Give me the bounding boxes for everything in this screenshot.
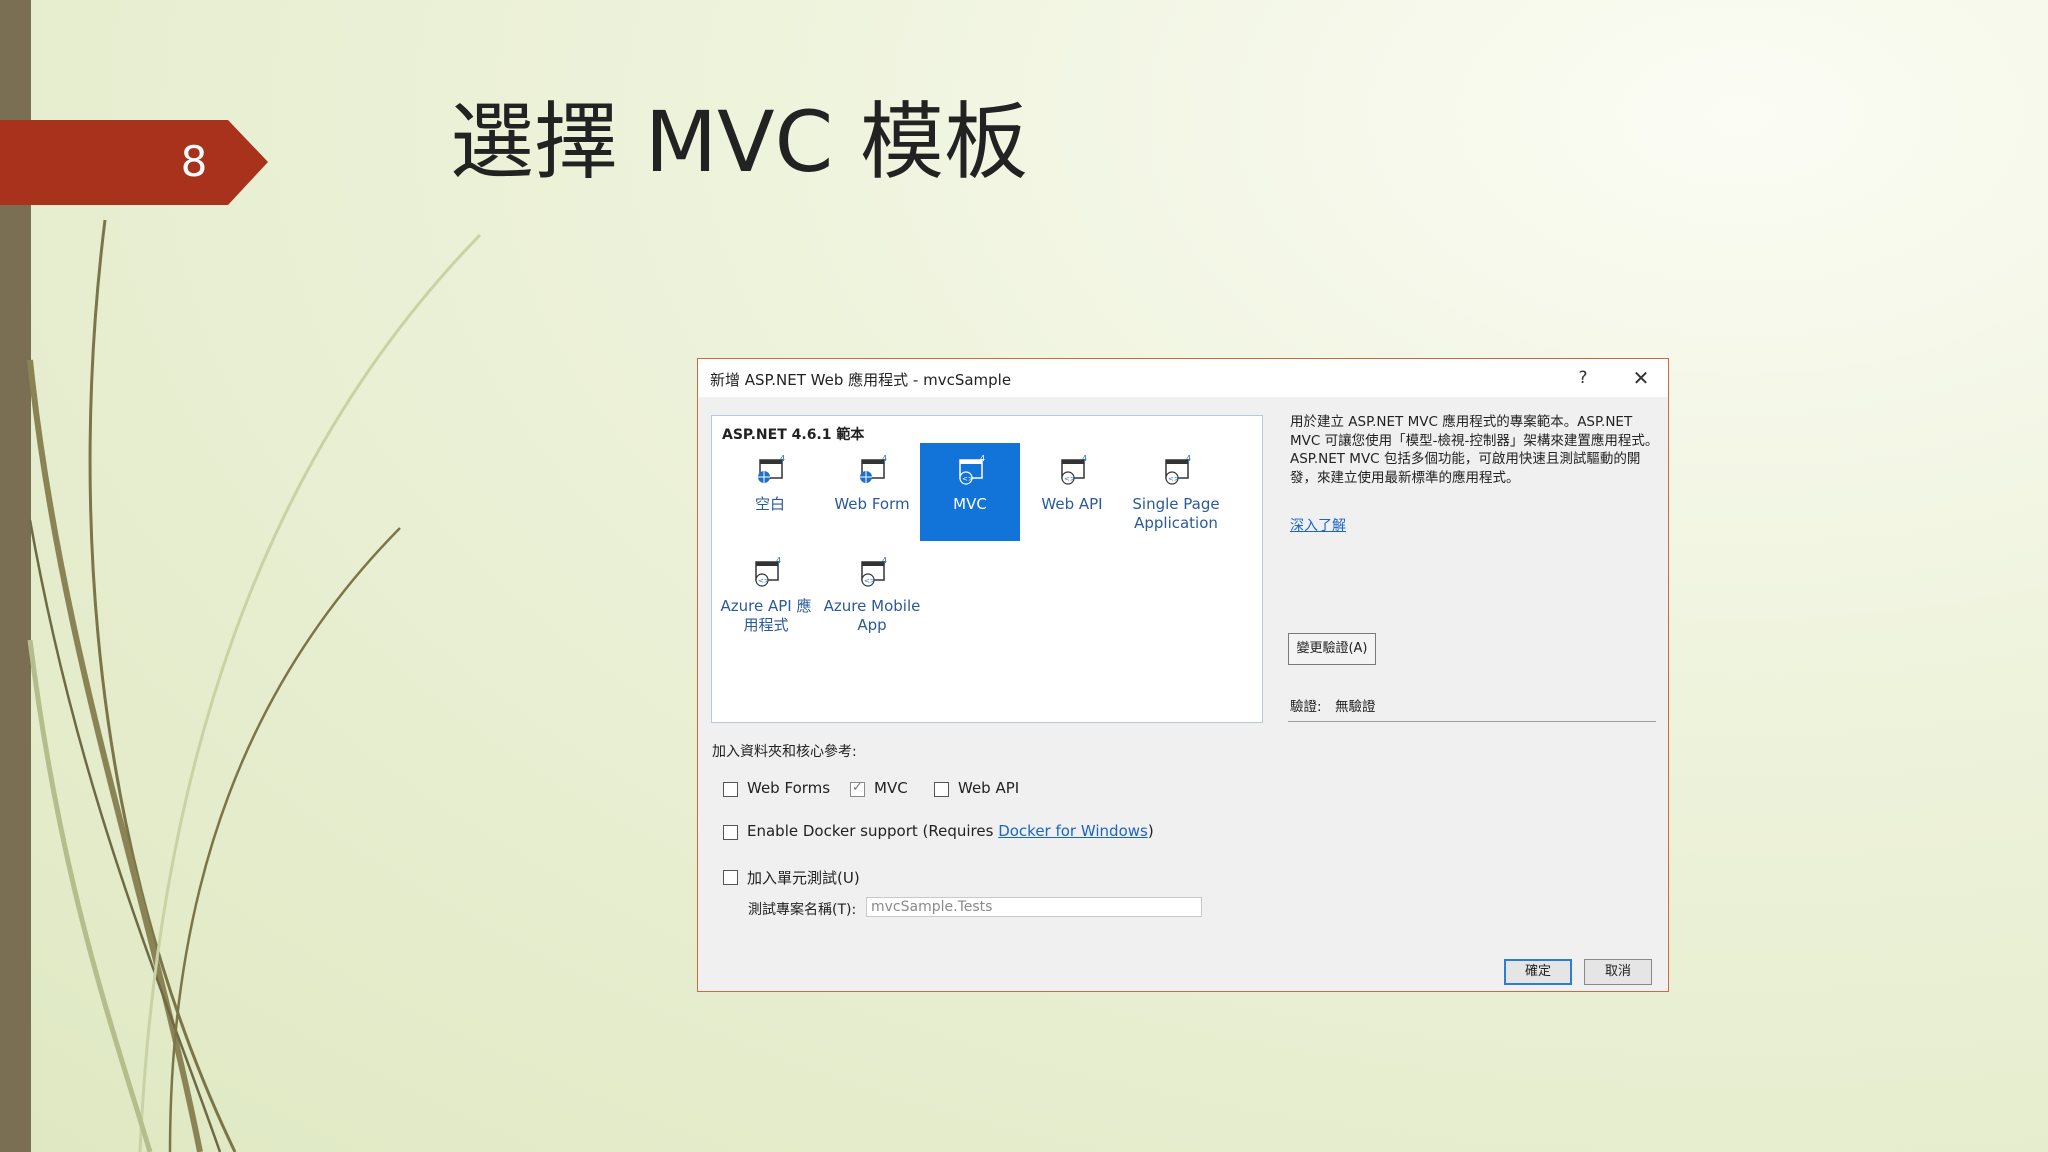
template-single-page-app[interactable]: <> 4 Single Page Application [1126, 443, 1226, 541]
slide-number: 8 [180, 137, 208, 186]
cancel-button[interactable]: 取消 [1584, 959, 1652, 985]
template-azure-mobile-app[interactable]: <> 4 Azure Mobile App [822, 545, 922, 643]
learn-more-link[interactable]: 深入了解 [1290, 515, 1346, 535]
mvc-label: MVC [874, 779, 908, 797]
checkmark-icon: ✓ [852, 780, 863, 795]
web-api-label: Web API [958, 779, 1020, 797]
svg-text:4: 4 [882, 455, 887, 463]
svg-text:<>: <> [864, 577, 876, 585]
authentication-label: 驗證: [1290, 699, 1322, 715]
template-web-api[interactable]: <> 4 Web API [1022, 443, 1122, 541]
new-aspnet-project-dialog: 新增 ASP.NET Web 應用程式 - mvcSample ? ✕ ASP.… [697, 358, 1669, 992]
template-label: Azure API 應用程式 [720, 597, 812, 634]
test-project-name-label: 測試專案名稱(T): [748, 902, 857, 918]
code-window-icon: <> 4 [1165, 455, 1191, 485]
code-window-icon: <> 4 [959, 455, 985, 485]
unit-test-label: 加入單元測試(U) [747, 869, 860, 887]
docker-prefix: Enable Docker support (Requires [747, 822, 999, 840]
slide-number-badge [0, 120, 268, 205]
template-description: 用於建立 ASP.NET MVC 應用程式的專案範本。ASP.NET MVC 可… [1290, 414, 1659, 486]
svg-text:4: 4 [1082, 455, 1087, 463]
template-web-form[interactable]: 4 Web Form [822, 443, 922, 541]
ok-button[interactable]: 確定 [1504, 959, 1572, 985]
change-authentication-button[interactable]: 變更驗證(A) [1288, 633, 1376, 665]
mvc-checkbox[interactable]: ✓ [850, 780, 865, 797]
globe-window-icon: 4 [758, 455, 785, 483]
template-label: Single Page Application [1132, 495, 1220, 532]
web-forms-label: Web Forms [747, 779, 831, 797]
template-label: 空白 [754, 495, 785, 513]
svg-text:<>: <> [1168, 475, 1180, 483]
test-project-name-input[interactable] [866, 897, 1202, 917]
code-window-icon: <> 4 [755, 557, 781, 587]
web-forms-checkbox[interactable] [723, 782, 738, 797]
code-window-icon: <> 4 [861, 557, 887, 587]
docker-for-windows-link[interactable]: Docker for Windows [998, 822, 1148, 840]
add-folders-label: 加入資料夾和核心參考: [712, 744, 857, 760]
template-mvc[interactable]: <> 4 MVC [920, 443, 1020, 541]
template-label: Azure Mobile App [823, 597, 921, 634]
svg-text:<>: <> [962, 475, 974, 483]
template-empty[interactable]: 4 空白 [720, 443, 820, 541]
svg-text:4: 4 [1186, 455, 1191, 463]
svg-text:4: 4 [980, 455, 985, 463]
template-list: ASP.NET 4.6.1 範本 4 空白 4 Web Form <> 4 MV… [711, 415, 1263, 723]
templates-header: ASP.NET 4.6.1 範本 [722, 427, 865, 443]
close-icon[interactable]: ✕ [1626, 363, 1656, 393]
template-label: MVC [953, 495, 987, 513]
svg-text:<>: <> [758, 577, 770, 585]
docker-support-label: Enable Docker support (Requires Docker f… [747, 822, 1154, 840]
docker-support-checkbox[interactable] [723, 825, 738, 840]
slide-title: 選擇 MVC 模板 [450, 93, 1028, 191]
svg-text:4: 4 [776, 557, 781, 565]
code-window-icon: <> 4 [1061, 455, 1087, 485]
template-label: Web Form [834, 495, 910, 513]
docker-suffix: ) [1147, 822, 1154, 840]
authentication-value: 無驗證 [1335, 699, 1376, 715]
dialog-title: 新增 ASP.NET Web 應用程式 - mvcSample [710, 371, 1012, 389]
divider [1288, 721, 1656, 722]
template-label: Web API [1041, 495, 1103, 513]
svg-text:<>: <> [1064, 475, 1076, 483]
template-azure-api-app[interactable]: <> 4 Azure API 應用程式 [716, 545, 816, 643]
svg-text:4: 4 [780, 455, 785, 463]
unit-test-checkbox[interactable] [723, 870, 738, 885]
help-icon[interactable]: ? [1568, 363, 1598, 393]
svg-text:4: 4 [882, 557, 887, 565]
web-api-checkbox[interactable] [934, 782, 949, 797]
globe-window-icon: 4 [860, 455, 887, 483]
dialog-titlebar: 新增 ASP.NET Web 應用程式 - mvcSample ? ✕ [698, 359, 1668, 397]
